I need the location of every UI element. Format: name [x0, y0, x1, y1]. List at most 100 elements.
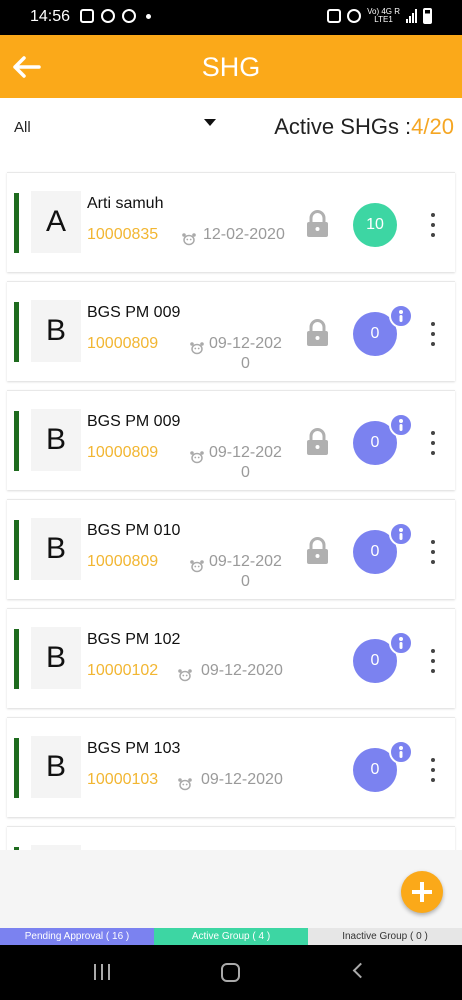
lock-icon — [307, 537, 328, 564]
more-options-button[interactable] — [427, 758, 439, 782]
filter-row: All Active SHGs :4/20 — [0, 98, 462, 158]
home-button[interactable] — [221, 963, 240, 982]
lock-icon — [307, 210, 328, 237]
tab-active-group[interactable]: Active Group ( 4 ) — [154, 928, 308, 945]
group-avatar: B — [31, 736, 81, 798]
group-code: 10000835 — [87, 226, 159, 243]
status-bar-indicator — [14, 847, 19, 850]
group-name: Arti samuh — [87, 195, 164, 212]
group-name: BGS PM 010 — [87, 522, 181, 539]
page-title: SHG — [201, 52, 261, 82]
shg-list-item[interactable]: B BGS PM 009 10000809 09-12-202 0 0 — [7, 281, 455, 381]
member-count: 0 — [370, 761, 380, 778]
more-options-button[interactable] — [427, 322, 439, 346]
active-shg-count: 4/20 — [411, 114, 454, 139]
info-icon[interactable] — [389, 413, 413, 437]
group-avatar: B — [31, 409, 81, 471]
group-name: BGS PM 210219-001 — [87, 849, 239, 850]
more-options-button[interactable] — [427, 540, 439, 564]
status-bar: 14:56 Vo) 4G R LTE1 — [0, 0, 462, 35]
system-nav-bar — [0, 945, 462, 1000]
system-back-button[interactable] — [352, 962, 369, 979]
group-code: 10000809 — [87, 335, 159, 352]
group-avatar: B — [31, 627, 81, 689]
status-notification-icons — [80, 9, 151, 23]
status-bar-indicator — [14, 411, 19, 471]
status-bar-indicator — [14, 520, 19, 580]
shg-list[interactable]: A Arti samuh 10000835 12-02-2020 10 B BGS PM 0… — [0, 158, 462, 850]
cow-icon — [178, 778, 192, 791]
tab-pending-approval[interactable]: Pending Approval ( 16 ) — [0, 928, 154, 945]
group-date: 09-12-202 0 — [209, 553, 282, 590]
more-options-button[interactable] — [427, 649, 439, 673]
group-avatar: B — [31, 300, 81, 362]
member-count: 0 — [370, 652, 380, 669]
group-date: 09-12-202 0 — [209, 444, 282, 481]
cow-icon — [190, 451, 204, 464]
group-date: 09-12-2020 — [201, 771, 283, 788]
member-count-badge: 10 — [353, 203, 397, 247]
more-options-button[interactable] — [427, 431, 439, 455]
shg-list-item[interactable]: B BGS PM 009 10000809 09-12-202 0 0 — [7, 390, 455, 490]
group-initial: A — [45, 205, 66, 238]
group-name: BGS PM 102 — [87, 631, 181, 648]
info-icon[interactable] — [389, 631, 413, 655]
group-date: 12-02-2020 — [203, 226, 285, 243]
group-status-tabs: Pending Approval ( 16 ) Active Group ( 4 … — [0, 928, 462, 945]
info-icon[interactable] — [389, 522, 413, 546]
group-code: 10000809 — [87, 553, 159, 570]
skype-icon — [122, 9, 136, 23]
caret-down-icon — [204, 119, 216, 126]
alarm-icon — [347, 9, 362, 23]
shg-list-item[interactable]: B BGS PM 210219-001 — [7, 826, 455, 850]
group-code: 10000103 — [87, 771, 159, 788]
status-right-icons: Vo) 4G R LTE1 — [327, 8, 432, 24]
active-shg-label: Active SHGs : — [274, 114, 412, 139]
add-group-button[interactable] — [401, 871, 443, 913]
group-date: 09-12-2020 — [201, 662, 283, 679]
location-icon — [101, 9, 115, 23]
lock-status-icon — [327, 9, 342, 23]
cow-icon — [178, 669, 192, 682]
status-time: 14:56 — [30, 8, 71, 25]
status-bar-indicator — [14, 302, 19, 362]
group-code: 10000809 — [87, 444, 159, 461]
member-count: 10 — [366, 216, 384, 233]
member-count: 0 — [370, 543, 380, 560]
group-code: 10000102 — [87, 662, 159, 679]
gallery-icon — [80, 9, 94, 23]
shg-list-item[interactable]: B BGS PM 103 10000103 09-12-2020 0 — [7, 717, 455, 817]
network-indicator: Vo) 4G R LTE1 — [367, 8, 400, 24]
group-initial: B — [45, 314, 66, 347]
member-count: 0 — [370, 434, 380, 451]
status-bar-indicator — [14, 193, 19, 253]
info-icon[interactable] — [389, 304, 413, 328]
tab-inactive-group[interactable]: Inactive Group ( 0 ) — [308, 928, 462, 945]
group-name: BGS PM 009 — [87, 304, 181, 321]
shg-list-item[interactable]: B BGS PM 102 10000102 09-12-2020 0 — [7, 608, 455, 708]
group-filter-dropdown[interactable]: All — [14, 115, 220, 141]
app-bar: SHG — [0, 35, 462, 98]
group-name: BGS PM 009 — [87, 413, 181, 430]
signal-icon — [406, 9, 417, 23]
group-avatar: A — [31, 191, 81, 253]
member-count: 0 — [370, 325, 380, 342]
cow-icon — [182, 233, 196, 246]
group-initial: B — [45, 532, 66, 565]
status-bar-indicator — [14, 629, 19, 689]
lock-icon — [307, 428, 328, 455]
group-date: 09-12-202 0 — [209, 335, 282, 372]
active-shg-summary: Active SHGs :4/20 — [274, 114, 454, 140]
lock-icon — [307, 319, 328, 346]
info-icon[interactable] — [389, 740, 413, 764]
group-initial: B — [45, 641, 66, 674]
network-line2: LTE1 — [374, 15, 393, 24]
recent-apps-button[interactable] — [94, 964, 110, 980]
more-options-button[interactable] — [427, 213, 439, 237]
status-bar-indicator — [14, 738, 19, 798]
more-notifications-icon — [146, 13, 151, 19]
shg-list-item[interactable]: A Arti samuh 10000835 12-02-2020 10 — [7, 172, 455, 272]
battery-icon — [423, 8, 432, 24]
shg-list-item[interactable]: B BGS PM 010 10000809 09-12-202 0 0 — [7, 499, 455, 599]
group-initial: B — [45, 750, 66, 783]
